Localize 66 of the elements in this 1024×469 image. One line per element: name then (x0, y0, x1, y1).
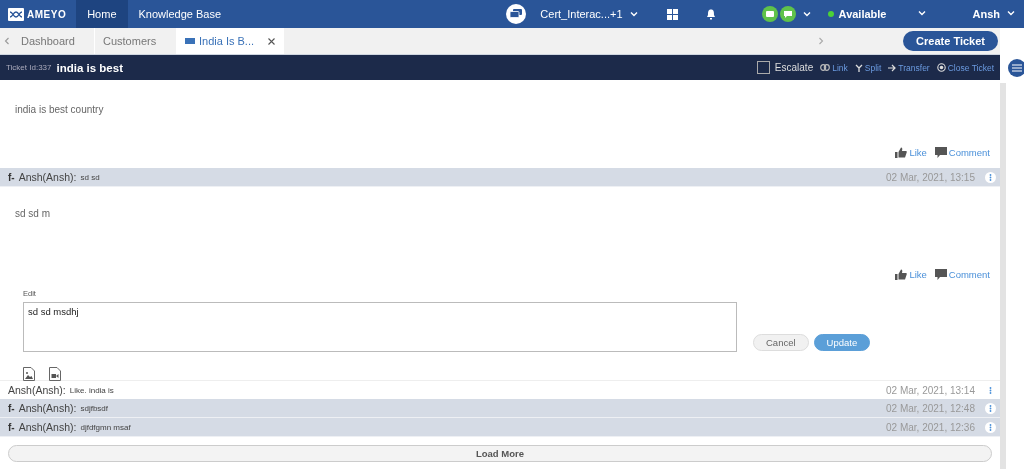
close-icon[interactable] (268, 37, 276, 45)
status-chevron-icon[interactable] (916, 8, 927, 18)
like-link[interactable]: Like (895, 147, 927, 158)
comment-author: Ansh(Ansh): (8, 384, 66, 396)
split-icon (854, 63, 863, 72)
comment-text: Like. india is (69, 385, 114, 395)
comment-body: sd sd m (14, 207, 51, 219)
thumbs-up-icon (895, 269, 908, 280)
comment-row[interactable]: f- Ansh(Ansh): sdjfbsdf 02 Mar, 2021, 12:48 (0, 399, 1000, 418)
chevron-down-icon[interactable] (628, 9, 639, 19)
logo-icon (8, 7, 24, 21)
comment-time: 02 Mar, 2021, 13:15 (886, 171, 975, 183)
status-label[interactable]: Available (838, 8, 887, 20)
tab[interactable]: India Is B... (177, 28, 285, 54)
facebook-mark: f- (8, 421, 15, 433)
ticket-id: Ticket Id:337 (6, 63, 52, 72)
thumbs-up-icon (895, 147, 908, 158)
action-link[interactable]: Split (864, 62, 882, 73)
speech-bubble-icon (934, 269, 947, 280)
chat-bubble-icon[interactable] (506, 4, 527, 24)
comment-author: Ansh(Ansh): (18, 421, 77, 433)
user-chevron-icon[interactable] (1006, 8, 1016, 18)
speech-bubble-icon (934, 147, 947, 158)
comment-text: sd sd (80, 172, 100, 182)
comment-time: 02 Mar, 2021, 13:14 (886, 384, 975, 396)
more-options-icon[interactable] (985, 171, 996, 183)
cancel-button[interactable]: Cancel (753, 334, 809, 351)
image-attach-icon[interactable] (23, 367, 35, 381)
brand-name: AMEYO (27, 8, 67, 20)
campaign-selector[interactable]: Cert_Interac...+1 (540, 8, 623, 20)
more-options-icon[interactable] (985, 421, 996, 433)
comment-row[interactable]: f- Ansh(Ansh): sd sd 02 Mar, 2021, 13:15 (0, 168, 1000, 187)
bell-icon[interactable] (705, 8, 716, 20)
load-more-button[interactable]: Load More (8, 445, 992, 462)
escalate-checkbox[interactable]: Escalate (756, 61, 814, 74)
comment-time: 02 Mar, 2021, 12:48 (886, 402, 975, 414)
more-options-icon[interactable] (985, 402, 996, 414)
ticket-icon (185, 38, 195, 44)
ticket-title: india is best (56, 61, 123, 74)
facebook-mark: f- (8, 171, 15, 183)
arrow-right-icon (888, 63, 897, 72)
comment-row[interactable]: f- Ansh(Ansh): djfdfgmn msaf 02 Mar, 2021, 12:36 (0, 418, 1000, 437)
nav-item[interactable]: Home (76, 0, 128, 28)
comment-text: sdjfbsdf (80, 403, 109, 413)
post-body: india is best country (14, 103, 105, 115)
facebook-mark: f- (8, 402, 15, 414)
target-circle-icon (936, 63, 946, 72)
create-ticket-button[interactable]: Create Ticket (903, 31, 998, 51)
comment-link[interactable]: Comment (934, 147, 990, 158)
video-attach-icon[interactable] (49, 367, 61, 381)
user-menu[interactable]: Ansh (972, 8, 1000, 20)
link-icon (820, 64, 831, 71)
comment-time: 02 Mar, 2021, 12:36 (886, 421, 975, 433)
action-link[interactable]: Transfer (898, 62, 930, 73)
comment-link[interactable]: Comment (934, 269, 990, 280)
menu-icon[interactable] (1008, 59, 1024, 77)
comment-text: djfdfgmn msaf (80, 422, 131, 432)
channel-chevron-icon[interactable] (801, 9, 812, 19)
apps-grid-icon[interactable] (666, 8, 678, 20)
nav-item[interactable]: Knowledge Base (127, 0, 233, 28)
action-link[interactable]: Link (832, 62, 848, 73)
comment-author: Ansh(Ansh): (18, 171, 77, 183)
like-link[interactable]: Like (895, 269, 927, 280)
comment-author: Ansh(Ansh): (18, 402, 77, 414)
edit-field[interactable]: sd sd msdhj (23, 302, 737, 352)
action-link[interactable]: Close Ticket (947, 62, 994, 73)
